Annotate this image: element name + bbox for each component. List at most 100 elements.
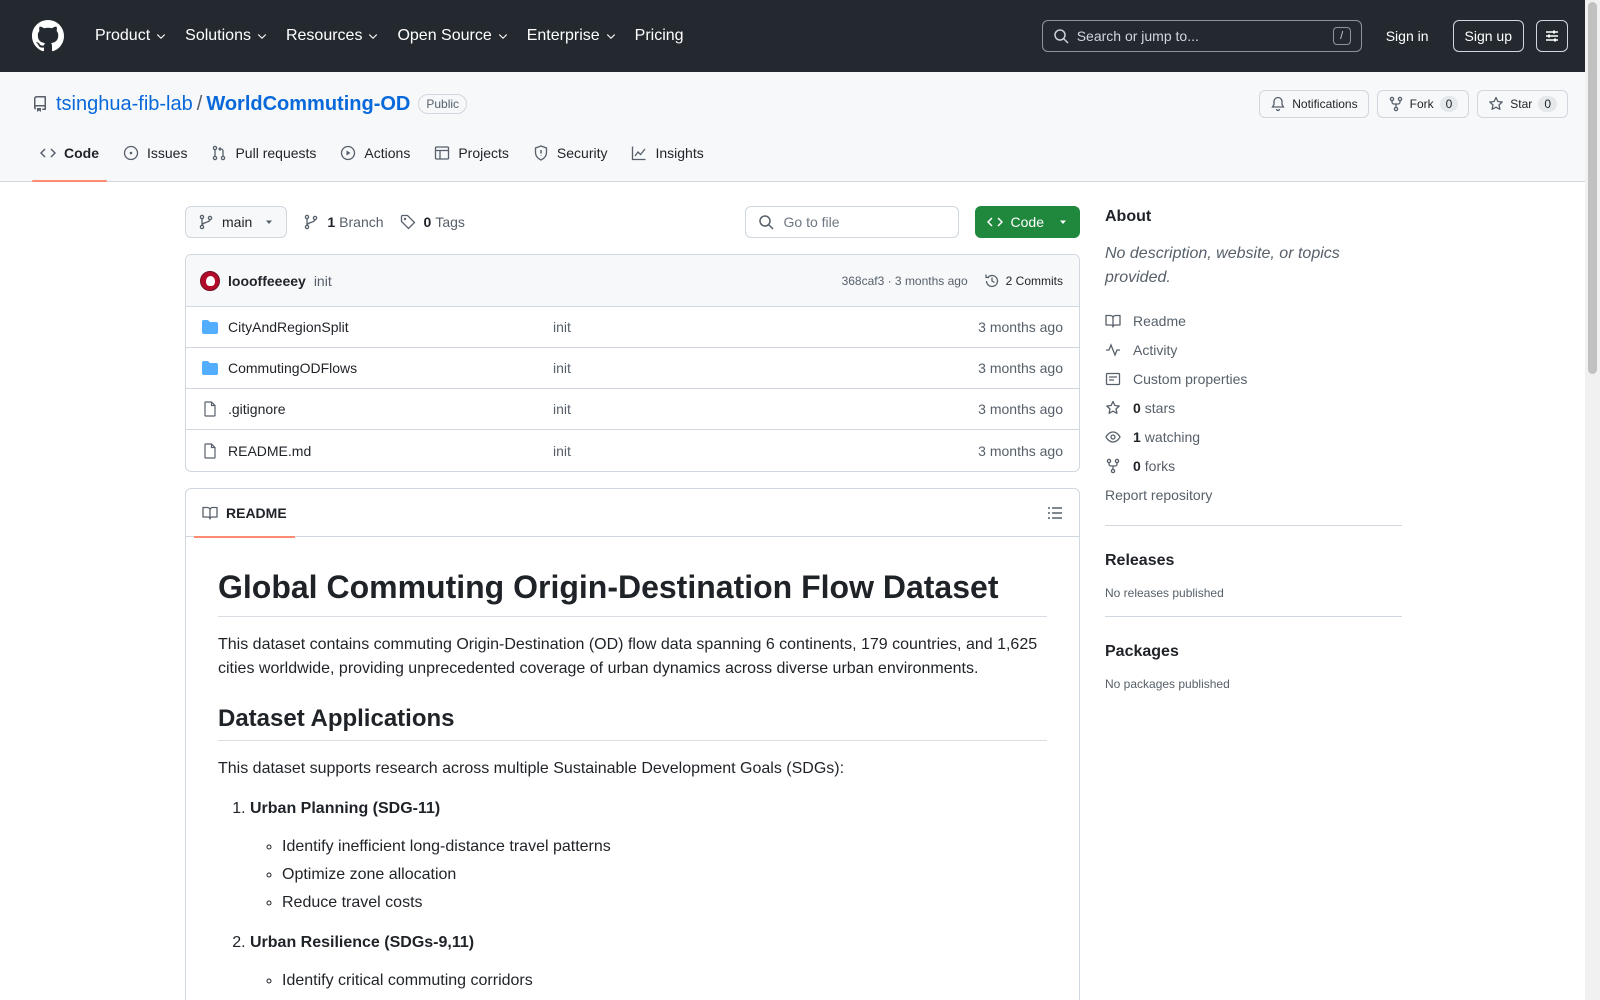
stars-link[interactable]: 0 stars (1105, 393, 1402, 422)
tab-issues[interactable]: Issues (115, 134, 195, 172)
nav-solutions-label: Solutions (185, 27, 251, 44)
global-nav: Product Solutions Resources Open Source … (86, 20, 693, 52)
watching-count: 1 (1133, 428, 1141, 445)
nav-pricing[interactable]: Pricing (626, 20, 693, 52)
readme-tab[interactable]: README (194, 489, 295, 538)
report-repository-link[interactable]: Report repository (1105, 480, 1402, 509)
table-row[interactable]: CityAndRegionSplit init 3 months ago (186, 307, 1079, 348)
tab-projects[interactable]: Projects (426, 134, 517, 172)
applications-list: Urban Planning (SDG-11) Identify ineffic… (218, 797, 1047, 993)
tab-actions[interactable]: Actions (332, 134, 418, 172)
table-row[interactable]: .gitignore init 3 months ago (186, 389, 1079, 430)
commit-message-link[interactable]: init (314, 273, 332, 289)
file-commit-time: 3 months ago (978, 442, 1063, 459)
play-circle-icon (341, 145, 356, 161)
readme-intro: This dataset contains commuting Origin-D… (218, 636, 1038, 677)
releases-heading[interactable]: Releases (1105, 552, 1402, 570)
table-row[interactable]: README.md init 3 months ago (186, 430, 1079, 471)
packages-empty-text: No packages published (1105, 677, 1230, 691)
activity-link[interactable]: Activity (1105, 335, 1402, 364)
file-name-link[interactable]: CityAndRegionSplit (228, 319, 553, 335)
file-commit-message[interactable]: init (553, 319, 978, 335)
note-icon (1105, 372, 1121, 385)
about-description: No description, website, or topics provi… (1105, 245, 1340, 286)
chevron-down-icon (257, 34, 267, 40)
application-title: Urban Resilience (SDGs-9,11) (250, 934, 475, 951)
nav-enterprise[interactable]: Enterprise (518, 20, 626, 52)
scrollbar-thumb[interactable] (1588, 2, 1597, 374)
bell-icon (1271, 96, 1285, 112)
outline-button[interactable] (1047, 505, 1063, 521)
avatar[interactable] (200, 270, 220, 291)
repo-path-separator: / (196, 92, 203, 115)
chevron-down-icon (156, 34, 166, 40)
tab-insights[interactable]: Insights (623, 134, 711, 172)
folder-icon (202, 320, 218, 334)
about-heading: About (1105, 208, 1152, 225)
file-commit-message[interactable]: init (553, 401, 978, 417)
tag-icon (400, 214, 415, 230)
tab-security[interactable]: Security (525, 134, 616, 172)
file-name-link[interactable]: .gitignore (228, 401, 553, 417)
github-logo-icon[interactable] (32, 20, 64, 52)
custom-properties-link[interactable]: Custom properties (1105, 364, 1402, 393)
fork-button[interactable]: Fork 0 (1376, 90, 1470, 118)
nav-pricing-label: Pricing (634, 27, 684, 44)
table-row[interactable]: CommutingODFlows init 3 months ago (186, 348, 1079, 389)
file-commit-time: 3 months ago (978, 401, 1063, 417)
search-icon (1053, 29, 1069, 44)
sign-in-link[interactable]: Sign in (1374, 28, 1441, 44)
star-button[interactable]: Star 0 (1477, 90, 1568, 118)
notifications-button[interactable]: Notifications (1259, 90, 1369, 118)
readme-link[interactable]: Readme (1105, 306, 1402, 335)
watchers-link[interactable]: 1 watching (1105, 422, 1402, 451)
nav-open-source[interactable]: Open Source (388, 20, 517, 52)
table-icon (435, 146, 450, 160)
file-name-link[interactable]: CommutingODFlows (228, 360, 553, 376)
file-commit-message[interactable]: init (553, 443, 978, 459)
tab-pull-requests-label: Pull requests (235, 145, 317, 161)
branch-selector[interactable]: main (185, 206, 288, 238)
list-item: Urban Resilience (SDGs-9,11) Identify cr… (250, 931, 1047, 993)
forks-link[interactable]: 0 forks (1105, 451, 1402, 480)
file-table: loooffeeeey init 368caf3 · 3 months ago … (185, 254, 1080, 472)
tab-code[interactable]: Code (32, 134, 107, 182)
forks-count: 0 (1133, 457, 1141, 474)
pulse-icon (1106, 342, 1120, 357)
repo-owner-link[interactable]: tsinghua-fib-lab (56, 93, 193, 116)
file-icon (204, 442, 216, 459)
global-search-input[interactable]: Search or jump to... / (1041, 20, 1362, 52)
nav-solutions[interactable]: Solutions (176, 20, 277, 52)
graph-icon (632, 146, 646, 161)
file-name-link[interactable]: README.md (228, 443, 553, 459)
repo-actions: Notifications Fork 0 Star 0 (1259, 90, 1568, 118)
tab-pull-requests[interactable]: Pull requests (203, 134, 324, 172)
go-to-file-input[interactable]: Go to file (744, 206, 959, 238)
file-icon (204, 401, 216, 417)
file-commit-message[interactable]: init (553, 360, 978, 376)
shield-icon (534, 145, 548, 161)
star-icon (1489, 96, 1504, 110)
nav-product[interactable]: Product (86, 20, 176, 52)
nav-resources[interactable]: Resources (277, 20, 388, 52)
code-icon (40, 148, 56, 158)
code-dropdown-button[interactable]: Code (974, 206, 1080, 238)
commit-meta[interactable]: 368caf3 · 3 months ago (842, 274, 968, 288)
fork-icon (1389, 96, 1402, 112)
list-item: Optimize zone allocation (282, 863, 1047, 887)
commit-author-link[interactable]: loooffeeeey (228, 273, 306, 289)
slash-shortcut-key: / (1332, 27, 1351, 45)
repo-icon (34, 96, 46, 112)
star-label: Star (1510, 97, 1533, 111)
repo-name-link[interactable]: WorldCommuting-OD (206, 93, 410, 116)
sign-up-button[interactable]: Sign up (1452, 20, 1524, 52)
packages-heading[interactable]: Packages (1105, 643, 1402, 661)
tags-link[interactable]: 0 Tags (400, 214, 465, 230)
nav-enterprise-label: Enterprise (526, 27, 600, 44)
caret-down-icon (266, 220, 273, 224)
branch-label: Branch (339, 214, 384, 230)
branches-link[interactable]: 1 Branch (303, 214, 384, 230)
page-scrollbar[interactable] (1585, 0, 1600, 1000)
commits-history-link[interactable]: 2 Commits (984, 273, 1063, 289)
appearance-settings-button[interactable] (1536, 20, 1568, 52)
